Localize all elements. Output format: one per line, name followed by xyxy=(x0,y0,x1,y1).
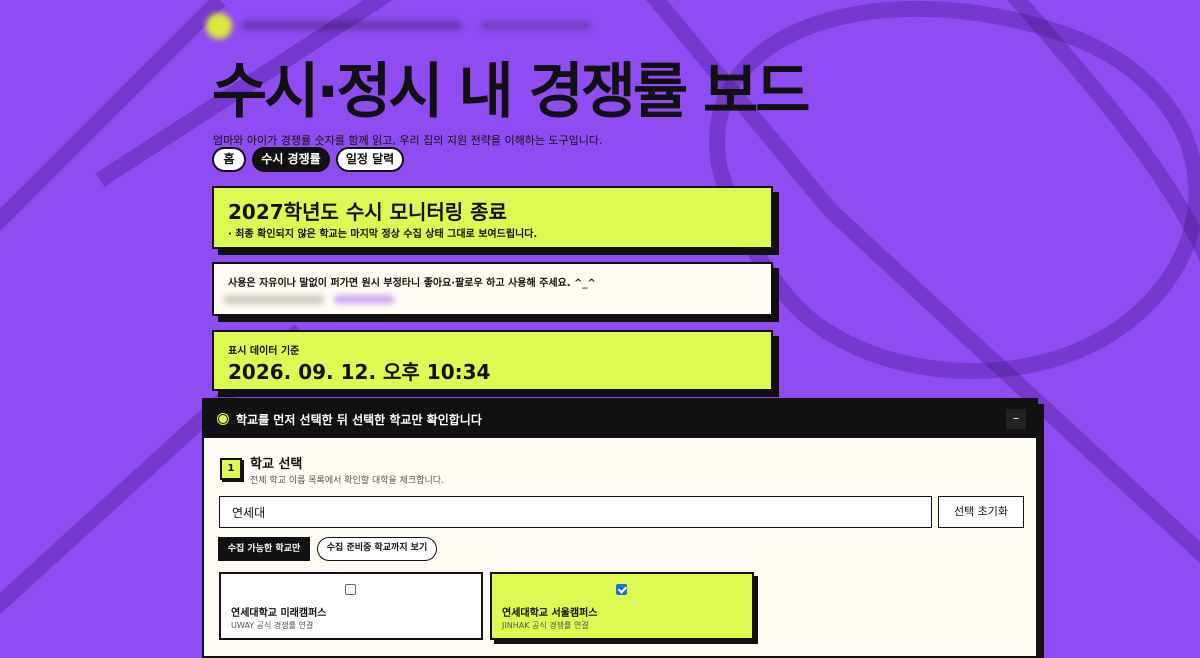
page: 수시·정시 내 경쟁률 보드 엄마와 아이가 경쟁률 숫자를 함께 읽고, 우리… xyxy=(0,0,1200,658)
nav-susi-rates-button[interactable]: 수시 경쟁률 xyxy=(252,147,330,172)
school-option-seoul[interactable]: 연세대학교 서울캠퍼스 JINHAK 공식 경쟁률 연결 xyxy=(490,572,754,640)
step-number-badge: 1 xyxy=(220,458,242,480)
blurred-text xyxy=(481,21,591,30)
monitoring-notice-card: 2027학년도 수시 모니터링 종료 · 최종 확인되지 않은 학교는 마지막 … xyxy=(212,186,773,249)
collapse-button[interactable]: – xyxy=(1006,409,1026,429)
school-source: UWAY 공식 경쟁률 연결 xyxy=(231,621,314,630)
reset-selection-button[interactable]: 선택 초기화 xyxy=(938,496,1024,528)
blurred-top-bar xyxy=(206,10,596,39)
step-description: 전체 학교 이름 목록에서 확인할 대학을 체크합니다. xyxy=(250,476,444,486)
school-select-panel: 학교를 먼저 선택한 뒤 선택한 학교만 확인합니다 – 1 학교 선택 전체 … xyxy=(202,398,1038,658)
filter-available-only-button[interactable]: 수집 가능한 학교만 xyxy=(218,537,310,561)
panel-header: 학교를 먼저 선택한 뒤 선택한 학교만 확인합니다 – xyxy=(204,400,1036,438)
blurred-text xyxy=(224,295,324,304)
usage-text: 사용은 자유이나 말없이 퍼가면 원시 부정타니 좋아요·팔로우 하고 사용해 … xyxy=(228,278,596,289)
school-option-mirae[interactable]: 연세대학교 미래캠퍼스 UWAY 공식 경쟁률 연결 xyxy=(219,572,483,640)
filter-include-pending-button[interactable]: 수집 준비중 학교까지 보기 xyxy=(317,537,437,561)
school-name: 연세대학교 미래캠퍼스 xyxy=(231,608,327,619)
blurred-text xyxy=(242,21,462,30)
school-search-input[interactable] xyxy=(219,496,932,528)
status-dot-icon xyxy=(218,414,228,424)
school-checkbox-checked[interactable] xyxy=(616,584,627,595)
blurred-logo-icon xyxy=(206,13,232,39)
nav-calendar-button[interactable]: 일정 달력 xyxy=(336,147,404,172)
page-title: 수시·정시 내 경쟁률 보드 xyxy=(212,57,810,127)
data-basis-card: 표시 데이터 기준 2026. 09. 12. 오후 10:34 xyxy=(212,330,773,391)
notice-title: 2027학년도 수시 모니터링 종료 xyxy=(228,200,507,224)
page-subtitle: 엄마와 아이가 경쟁률 숫자를 함께 읽고, 우리 집의 지원 전략을 이해하는… xyxy=(213,134,603,147)
nav-home-button[interactable]: 홈 xyxy=(212,147,246,172)
notice-note: · 최종 확인되지 않은 학교는 마지막 정상 수집 상태 그대로 보여드립니다… xyxy=(228,229,538,240)
blurred-link xyxy=(334,295,394,304)
blurred-links xyxy=(224,288,414,310)
school-name: 연세대학교 서울캠퍼스 xyxy=(502,608,598,619)
data-basis-timestamp: 2026. 09. 12. 오후 10:34 xyxy=(228,360,491,384)
panel-title: 학교를 먼저 선택한 뒤 선택한 학교만 확인합니다 xyxy=(236,413,482,427)
step-title: 학교 선택 xyxy=(250,457,303,472)
school-checkbox[interactable] xyxy=(345,584,356,595)
school-source: JINHAK 공식 경쟁률 연결 xyxy=(502,621,589,630)
data-basis-label: 표시 데이터 기준 xyxy=(228,346,300,357)
usage-notice-card: 사용은 자유이나 말없이 퍼가면 원시 부정타니 좋아요·팔로우 하고 사용해 … xyxy=(212,262,773,316)
